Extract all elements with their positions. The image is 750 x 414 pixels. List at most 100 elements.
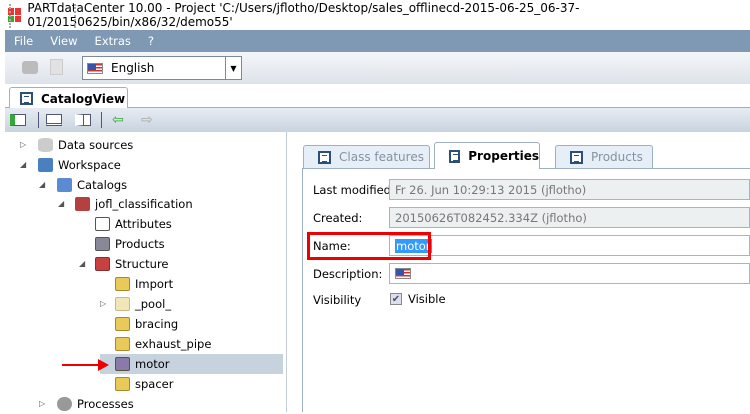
collapse-icon[interactable]: ◢ [79, 259, 85, 268]
description-label: Description: [313, 267, 383, 281]
tree-label: _pool_ [135, 297, 172, 311]
collapse-icon[interactable]: ◢ [58, 199, 64, 208]
folder-icon [95, 257, 110, 271]
menu-bar: File View Extras ? [5, 30, 750, 52]
properties-icon [449, 149, 461, 163]
tree-item-processes[interactable]: Processes [57, 394, 134, 414]
tree-item-import[interactable]: Import [115, 274, 173, 294]
tree-label: exhaust_pipe [135, 337, 212, 351]
us-flag-icon [395, 268, 411, 279]
attributes-icon [95, 217, 110, 231]
tab-label: Class features [339, 150, 424, 164]
collapse-panel-icon[interactable] [10, 114, 26, 126]
tab-properties[interactable]: Properties [434, 142, 540, 169]
products-icon [95, 237, 110, 251]
menu-file[interactable]: File [14, 34, 33, 48]
separator [101, 112, 102, 128]
tree-item-spacer[interactable]: spacer [115, 374, 173, 394]
created-value: 20150626T082452.334Z (jflotho) [395, 210, 587, 225]
document-icon[interactable] [50, 59, 63, 75]
window-title: PARTdataCenter 10.00 - Project 'C:/Users… [27, 1, 580, 29]
menu-view[interactable]: View [50, 34, 77, 48]
vertical-split-icon[interactable] [75, 114, 91, 126]
catalog-view-icon [20, 92, 33, 105]
visible-checkbox-row[interactable]: ✔ Visible [390, 292, 446, 306]
tree-item-jofl-classification[interactable]: jofl_classification [75, 194, 193, 214]
tree-label: Attributes [115, 217, 172, 231]
tree-item-data-sources[interactable]: Data sources [38, 135, 133, 155]
collapse-icon[interactable]: ◢ [39, 180, 45, 189]
tree-item-motor[interactable]: motor [115, 354, 170, 374]
back-arrow-icon[interactable]: ⇦ [112, 113, 124, 127]
description-input[interactable] [389, 263, 750, 284]
folder-icon [115, 297, 130, 311]
tree-label: Products [115, 237, 165, 251]
visible-checkbox[interactable]: ✔ [390, 293, 402, 305]
tree-label: Data sources [58, 138, 134, 152]
folder-icon [115, 277, 130, 291]
toolbar-grip[interactable] [9, 4, 12, 28]
horizontal-split-icon[interactable] [46, 114, 62, 126]
tree-label: motor [135, 357, 170, 371]
last-modified-label: Last modified: [313, 183, 395, 197]
open-folder-icon[interactable] [22, 61, 38, 74]
folder-icon [115, 337, 130, 351]
visibility-label: Visibility [313, 293, 362, 307]
red-arrow-annotation [62, 359, 109, 371]
tree-item-catalogs[interactable]: Catalogs [57, 175, 127, 195]
tab-class-features[interactable]: Class features [303, 145, 430, 168]
tree-item-structure[interactable]: Structure [95, 254, 169, 274]
expand-icon[interactable]: ▷ [100, 299, 106, 308]
folder-icon [115, 357, 130, 371]
tree-item-products[interactable]: Products [95, 234, 165, 254]
red-highlight-box [307, 232, 431, 260]
tab-label: Products [591, 150, 643, 164]
created-label: Created: [313, 211, 363, 225]
tree-label: Processes [77, 397, 134, 411]
tab-catalogview[interactable]: CatalogView [9, 87, 128, 109]
tree-item-pool[interactable]: _pool_ [115, 294, 171, 314]
collapse-icon[interactable]: ◢ [20, 160, 26, 169]
tree-label: jofl_classification [95, 197, 193, 211]
created-field: 20150626T082452.334Z (jflotho) [389, 207, 750, 228]
name-input[interactable]: motor [389, 235, 750, 256]
tree-item-attributes[interactable]: Attributes [95, 214, 172, 234]
gear-icon [57, 397, 72, 411]
tree-item-bracing[interactable]: bracing [115, 314, 178, 334]
chevron-down-icon[interactable]: ▼ [225, 57, 241, 79]
tree-item-exhaust-pipe[interactable]: exhaust_pipe [115, 334, 211, 354]
database-icon [38, 138, 53, 152]
catalog-icon [75, 197, 90, 211]
workspace-icon [38, 158, 53, 172]
expand-icon[interactable]: ▷ [20, 140, 26, 149]
expand-icon[interactable]: ▷ [39, 399, 45, 408]
folder-icon [115, 317, 130, 331]
title-bar: PARTdataCenter 10.00 - Project 'C:/Users… [0, 0, 750, 30]
tab-products[interactable]: Products [555, 145, 653, 168]
tree-label: Catalogs [77, 178, 128, 192]
tree-label: spacer [135, 377, 174, 391]
products-tab-icon [570, 150, 583, 164]
last-modified-value: Fr 26. Jun 10:29:13 2015 (jflotho) [395, 182, 587, 197]
language-select[interactable]: English ▼ [82, 56, 242, 80]
catalogs-icon [57, 178, 72, 192]
language-value: English [111, 61, 155, 75]
tree-label: bracing [135, 317, 179, 331]
tab-label: CatalogView [41, 91, 126, 106]
properties-content [302, 168, 750, 412]
tree-label: Structure [115, 257, 169, 271]
menu-extras[interactable]: Extras [95, 34, 131, 48]
toolbar-grip[interactable] [74, 4, 77, 28]
separator [38, 112, 39, 128]
tree-label: Workspace [58, 158, 121, 172]
visible-label: Visible [408, 292, 446, 306]
us-flag-icon [87, 62, 103, 74]
last-modified-field: Fr 26. Jun 10:29:13 2015 (jflotho) [389, 179, 750, 200]
tree-item-workspace[interactable]: Workspace [38, 155, 121, 175]
class-features-icon [318, 150, 331, 164]
tree-label: Import [135, 277, 174, 291]
folder-icon [115, 377, 130, 391]
tab-label: Properties [468, 149, 539, 163]
forward-arrow-icon[interactable]: ⇨ [141, 113, 153, 127]
menu-help[interactable]: ? [148, 34, 154, 48]
